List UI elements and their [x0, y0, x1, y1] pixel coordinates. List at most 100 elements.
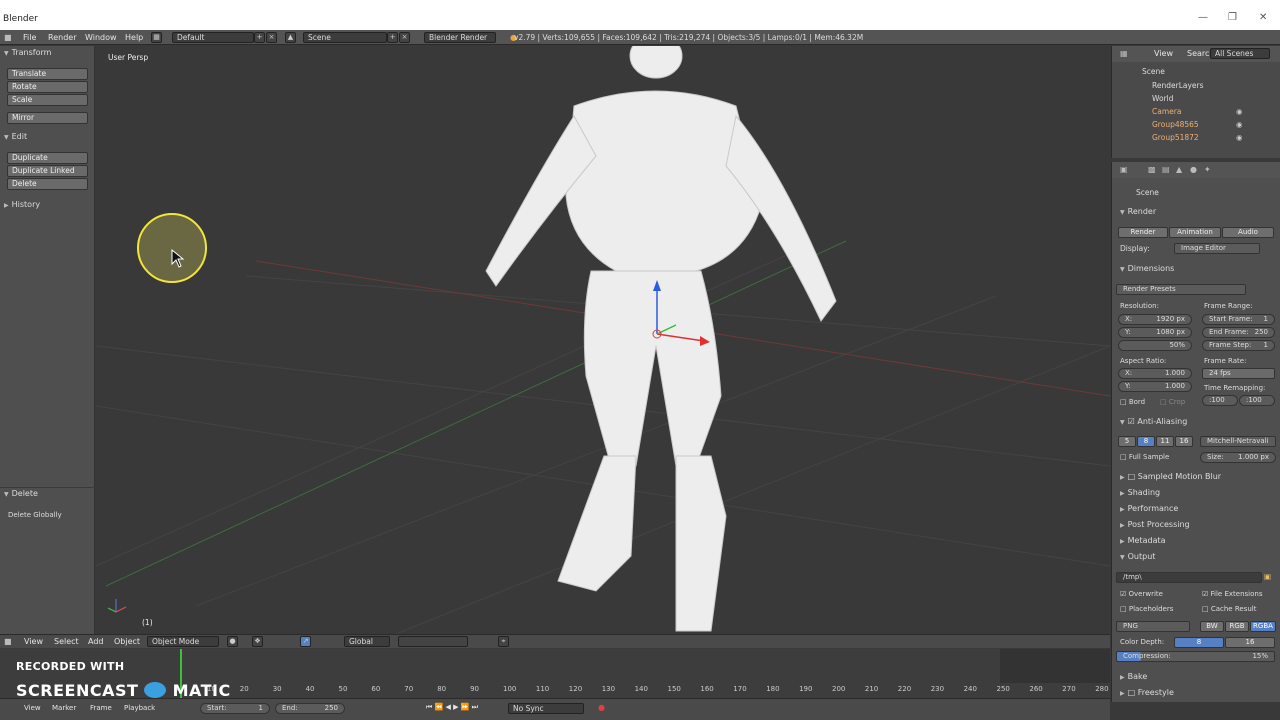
freestyle-panel-header[interactable]: ▶ □ Freestyle [1112, 686, 1280, 701]
layer-buttons[interactable] [398, 636, 468, 647]
scale-button[interactable]: Scale [7, 94, 88, 106]
output-panel-header[interactable]: ▼ Output [1112, 550, 1280, 565]
render-panel-header[interactable]: ▼ Render [1112, 205, 1280, 220]
add-screen-icon[interactable]: + [254, 32, 265, 43]
res-y-field[interactable]: Y: 1080 px [1118, 327, 1192, 338]
outliner-item-group48565[interactable]: Group48565 [1152, 120, 1199, 129]
record-icon[interactable]: ● [598, 703, 605, 712]
remap-new-field[interactable]: :100 [1239, 395, 1275, 406]
remap-old-field[interactable]: :100 [1202, 395, 1238, 406]
world-tab-icon[interactable]: ● [1190, 165, 1197, 174]
pivot-icon[interactable]: ❖ [252, 636, 263, 647]
vp-menu-view[interactable]: View [24, 637, 43, 646]
end-frame-input[interactable]: End: 250 [275, 703, 345, 714]
metadata-panel-header[interactable]: ▶ Metadata [1112, 534, 1280, 549]
add-scene-icon[interactable]: + [387, 32, 398, 43]
aa-filter-select[interactable]: Mitchell-Netravali [1200, 436, 1276, 447]
3d-viewport[interactable]: User Persp (1) [96, 46, 1110, 634]
outliner-item-renderlayers[interactable]: RenderLayers [1152, 81, 1204, 90]
audio-button[interactable]: Audio [1222, 227, 1274, 238]
mirror-button[interactable]: Mirror [7, 112, 88, 124]
crop-checkbox[interactable]: □ Crop [1160, 398, 1185, 406]
delete-globally-checkbox[interactable]: Delete Globally [8, 511, 62, 519]
depth-16[interactable]: 16 [1225, 637, 1275, 648]
eye-icon[interactable]: ◉ [1236, 107, 1243, 116]
camera-icon[interactable]: ▣ [1120, 165, 1128, 174]
outliner-item-group51872[interactable]: Group51872 [1152, 133, 1199, 142]
outliner-menu-view[interactable]: View [1154, 49, 1173, 58]
vp-menu-add[interactable]: Add [88, 637, 104, 646]
duplicate-linked-button[interactable]: Duplicate Linked [7, 165, 88, 177]
aa-size-field[interactable]: Size: 1.000 px [1200, 452, 1276, 463]
shading-mode-icon[interactable]: ● [227, 636, 238, 647]
outliner-item-scene[interactable]: Scene [1142, 67, 1165, 76]
render-button[interactable]: Render [1118, 227, 1168, 238]
aspect-y-field[interactable]: Y: 1.000 [1118, 381, 1192, 392]
shading-panel-header[interactable]: ▶ Shading [1112, 486, 1280, 501]
outliner-item-world[interactable]: World [1152, 94, 1174, 103]
character-mesh[interactable] [485, 46, 837, 632]
duplicate-button[interactable]: Duplicate [7, 152, 88, 164]
file-extensions-checkbox[interactable]: ☑ File Extensions [1202, 590, 1262, 598]
placeholders-checkbox[interactable]: □ Placeholders [1120, 605, 1173, 613]
start-frame-field[interactable]: Start Frame: 1 [1202, 314, 1275, 325]
render-presets-select[interactable]: Render Presets [1116, 284, 1246, 295]
scene-tab-icon[interactable]: ▲ [1176, 165, 1182, 174]
res-percent-slider[interactable]: 50% [1118, 340, 1192, 351]
color-mode-rgb[interactable]: RGB [1225, 621, 1249, 632]
overwrite-checkbox[interactable]: ☑ Overwrite [1120, 590, 1163, 598]
object-tab-icon[interactable]: ✦ [1204, 165, 1211, 174]
rotate-button[interactable]: Rotate [7, 81, 88, 93]
menu-window[interactable]: Window [85, 33, 117, 42]
performance-panel-header[interactable]: ▶ Performance [1112, 502, 1280, 517]
menu-file[interactable]: File [23, 33, 36, 42]
vp-menu-object[interactable]: Object [114, 637, 140, 646]
folder-icon[interactable]: ▣ [1264, 572, 1271, 581]
file-format-select[interactable]: PNG [1116, 621, 1190, 632]
editor-type-icon[interactable]: ■ [4, 33, 12, 42]
orientation-select[interactable]: Global [344, 636, 390, 647]
history-panel-header[interactable]: ▶ History [4, 200, 40, 209]
dimensions-panel-header[interactable]: ▼ Dimensions [1112, 262, 1280, 277]
layers-tab-icon[interactable]: ▤ [1162, 165, 1170, 174]
aa-samples-5[interactable]: 5 [1118, 436, 1136, 447]
cache-result-checkbox[interactable]: □ Cache Result [1202, 605, 1256, 613]
eye-icon[interactable]: ◉ [1236, 133, 1243, 142]
sync-mode-select[interactable]: No Sync [508, 703, 584, 714]
vp-menu-select[interactable]: Select [54, 637, 79, 646]
outliner-filter-select[interactable]: All Scenes [1210, 48, 1270, 59]
screen-layout-icon[interactable]: ▦ [151, 32, 162, 43]
frame-step-field[interactable]: Frame Step: 1 [1202, 340, 1275, 351]
res-x-field[interactable]: X: 1920 px [1118, 314, 1192, 325]
snap-icon[interactable]: ⌖ [498, 636, 509, 647]
color-mode-bw[interactable]: BW [1200, 621, 1224, 632]
display-select[interactable]: Image Editor [1174, 243, 1260, 254]
aa-samples-11[interactable]: 11 [1156, 436, 1174, 447]
playback-controls[interactable]: ⏮ ⏪ ◀ ▶ ⏩ ⏭ [426, 703, 478, 712]
color-mode-rgba[interactable]: RGBA [1250, 621, 1276, 632]
outliner-item-camera[interactable]: Camera [1152, 107, 1181, 116]
post-processing-panel-header[interactable]: ▶ Post Processing [1112, 518, 1280, 533]
remove-screen-icon[interactable]: × [266, 32, 277, 43]
operator-panel-header[interactable]: ▼ Delete [4, 489, 38, 498]
aa-samples-16[interactable]: 16 [1175, 436, 1193, 447]
compression-slider[interactable]: Compression: 15% [1116, 651, 1275, 662]
render-tab-icon[interactable]: ▩ [1148, 165, 1156, 174]
motion-blur-panel-header[interactable]: ▶ □ Sampled Motion Blur [1112, 470, 1280, 485]
interaction-mode-select[interactable]: Object Mode [147, 636, 219, 647]
fps-select[interactable]: 24 fps [1202, 368, 1275, 379]
scene-icon[interactable]: ▲ [285, 32, 296, 43]
full-sample-checkbox[interactable]: □ Full Sample [1120, 453, 1169, 461]
render-engine-select[interactable]: Blender Render [424, 32, 496, 43]
transform-panel-header[interactable]: ▼ Transform [4, 48, 51, 57]
editor-type-icon[interactable]: ▦ [1120, 49, 1128, 58]
screen-layout-field[interactable]: Default [172, 32, 254, 43]
menu-help[interactable]: Help [125, 33, 143, 42]
bake-panel-header[interactable]: ▶ Bake [1112, 670, 1280, 685]
aspect-x-field[interactable]: X: 1.000 [1118, 368, 1192, 379]
aa-samples-8[interactable]: 8 [1137, 436, 1155, 447]
end-frame-field[interactable]: End Frame: 250 [1202, 327, 1275, 338]
eye-icon[interactable]: ◉ [1236, 120, 1243, 129]
manipulator-icon[interactable]: ↗ [300, 636, 311, 647]
border-checkbox[interactable]: □ Bord [1120, 398, 1145, 406]
